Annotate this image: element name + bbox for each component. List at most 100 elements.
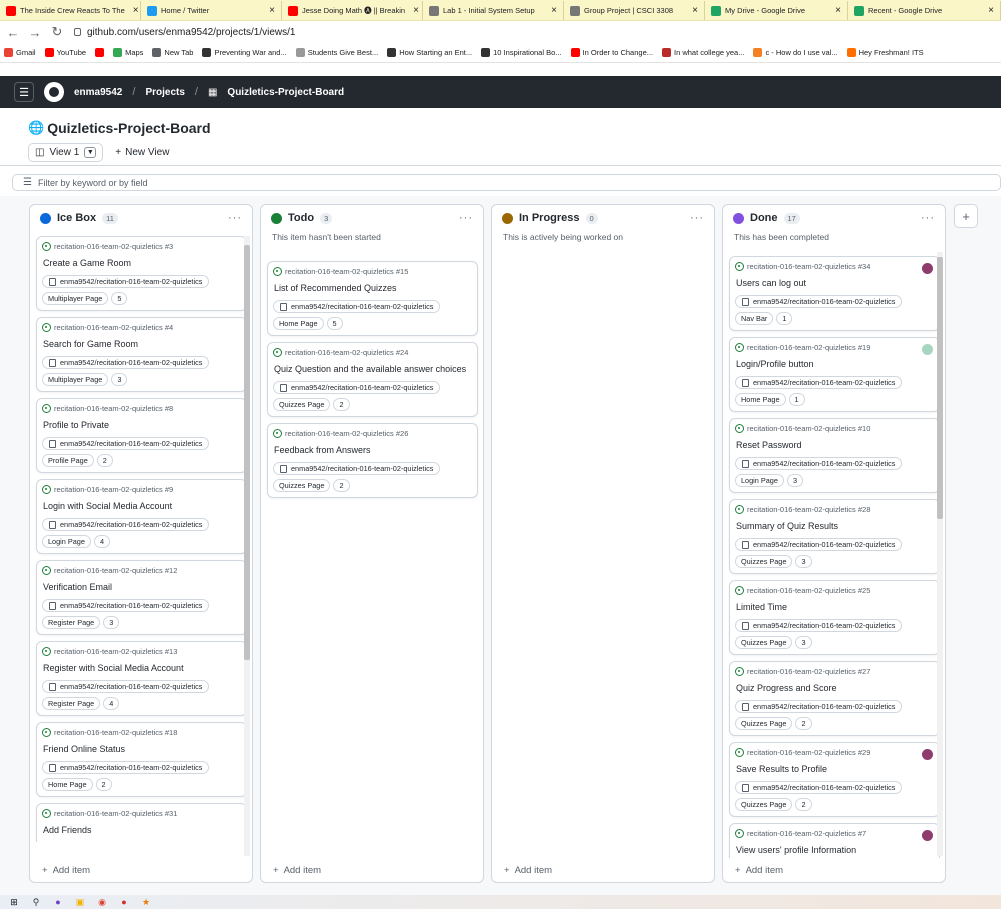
bookmark-item[interactable]: Maps bbox=[113, 48, 143, 57]
issue-title[interactable]: Search for Game Room bbox=[43, 339, 138, 349]
scrollbar-thumb[interactable] bbox=[244, 245, 250, 660]
issue-title[interactable]: Feedback from Answers bbox=[274, 445, 371, 455]
issue-card[interactable]: recitation-016-team-02-quizletics #13 Reg… bbox=[36, 641, 247, 716]
scrollbar-thumb[interactable] bbox=[937, 257, 943, 519]
bookmark-item[interactable]: In Order to Change... bbox=[570, 48, 653, 57]
bookmark-item[interactable]: In what college yea... bbox=[662, 48, 744, 57]
browser-tab[interactable]: Lab 1 - Initial System Setup × bbox=[423, 1, 564, 20]
github-logo-icon[interactable] bbox=[44, 82, 64, 102]
issue-card[interactable]: recitation-016-team-02-quizletics #3 Crea… bbox=[36, 236, 247, 311]
issue-card[interactable]: recitation-016-team-02-quizletics #7 View… bbox=[729, 823, 940, 858]
add-item-button[interactable]: + Add item bbox=[273, 865, 321, 876]
breadcrumb-user[interactable]: enma9542 bbox=[74, 87, 122, 98]
close-icon[interactable]: × bbox=[547, 5, 557, 16]
menu-icon[interactable]: ☰ bbox=[14, 82, 34, 102]
issue-title[interactable]: Quiz Question and the available answer c… bbox=[274, 364, 466, 374]
issue-card[interactable]: recitation-016-team-02-quizletics #9 Logi… bbox=[36, 479, 247, 554]
issue-title[interactable]: Login/Profile button bbox=[736, 359, 814, 369]
browser-tab[interactable]: Jesse Doing Math 🅐 || Breakin × bbox=[282, 1, 423, 20]
add-item-button[interactable]: + Add item bbox=[735, 865, 783, 876]
browser-tab[interactable]: Group Project | CSCI 3308 × bbox=[564, 1, 705, 20]
close-icon[interactable]: × bbox=[984, 5, 994, 16]
issue-title[interactable]: Summary of Quiz Results bbox=[736, 521, 838, 531]
bookmark-item[interactable]: New Tab bbox=[152, 48, 193, 57]
bookmark-item[interactable]: Hey Freshman! ITS bbox=[846, 48, 924, 57]
issue-card[interactable]: recitation-016-team-02-quizletics #27 Qui… bbox=[729, 661, 940, 736]
issue-card[interactable]: recitation-016-team-02-quizletics #25 Lim… bbox=[729, 580, 940, 655]
issue-title[interactable]: Reset Password bbox=[736, 440, 802, 450]
issue-title[interactable]: Users can log out bbox=[736, 278, 806, 288]
bookmark-item[interactable]: YouTube bbox=[44, 48, 86, 57]
issue-card[interactable]: recitation-016-team-02-quizletics #12 Ver… bbox=[36, 560, 247, 635]
bookmark-item[interactable] bbox=[95, 48, 105, 57]
filter-input[interactable]: ☰ Filter by keyword or by field bbox=[12, 174, 1001, 191]
issue-title[interactable]: Friend Online Status bbox=[43, 744, 125, 754]
reload-icon[interactable]: ↻ bbox=[50, 24, 64, 40]
issue-card[interactable]: recitation-016-team-02-quizletics #29 Sav… bbox=[729, 742, 940, 817]
browser-tab[interactable]: My Drive - Google Drive × bbox=[705, 1, 848, 20]
bookmark-label: Students Give Best... bbox=[307, 48, 379, 57]
issue-title[interactable]: Add Friends bbox=[43, 825, 92, 835]
issue-title[interactable]: Quiz Progress and Score bbox=[736, 683, 837, 693]
browser-tab[interactable]: The Inside Crew Reacts To The × bbox=[0, 1, 141, 20]
add-column-button[interactable]: + bbox=[954, 204, 978, 228]
issue-title[interactable]: Limited Time bbox=[736, 602, 787, 612]
more-options-icon[interactable]: ··· bbox=[690, 212, 704, 224]
more-options-icon[interactable]: ··· bbox=[228, 212, 242, 224]
issue-title[interactable]: Login with Social Media Account bbox=[43, 501, 172, 511]
issue-title[interactable]: Create a Game Room bbox=[43, 258, 131, 268]
windows-start-icon[interactable]: ⊞ bbox=[8, 896, 20, 908]
bookmark-item[interactable]: How Starting an Ent... bbox=[387, 48, 472, 57]
issue-reference: recitation-016-team-02-quizletics #13 bbox=[42, 647, 177, 656]
issue-title[interactable]: Profile to Private bbox=[43, 420, 109, 430]
forward-icon[interactable]: → bbox=[28, 25, 42, 40]
close-icon[interactable]: × bbox=[129, 5, 139, 16]
bookmark-item[interactable]: 10 Inspirational Bo... bbox=[481, 48, 562, 57]
close-icon[interactable]: × bbox=[688, 5, 698, 16]
issue-card[interactable]: recitation-016-team-02-quizletics #4 Sear… bbox=[36, 317, 247, 392]
issue-title[interactable]: Verification Email bbox=[43, 582, 112, 592]
issue-title[interactable]: List of Recommended Quizzes bbox=[274, 283, 397, 293]
issue-reference: recitation-016-team-02-quizletics #31 bbox=[42, 809, 177, 818]
breadcrumb-projects[interactable]: Projects bbox=[145, 87, 184, 98]
label-row: Quizzes Page 3 bbox=[735, 555, 812, 568]
issue-card[interactable]: recitation-016-team-02-quizletics #24 Qui… bbox=[267, 342, 478, 417]
add-item-button[interactable]: + Add item bbox=[42, 865, 90, 876]
more-options-icon[interactable]: ··· bbox=[921, 212, 935, 224]
issue-card[interactable]: recitation-016-team-02-quizletics #28 Sum… bbox=[729, 499, 940, 574]
issue-card[interactable]: recitation-016-team-02-quizletics #26 Fee… bbox=[267, 423, 478, 498]
bookmark-item[interactable]: Students Give Best... bbox=[295, 48, 379, 57]
bookmark-item[interactable]: c - How do I use val... bbox=[753, 48, 838, 57]
issue-card[interactable]: recitation-016-team-02-quizletics #31 Add… bbox=[36, 803, 247, 842]
browser-tab[interactable]: Recent - Google Drive × bbox=[848, 1, 1001, 20]
github-desktop-icon[interactable]: ● bbox=[52, 896, 64, 908]
issue-card[interactable]: recitation-016-team-02-quizletics #15 Lis… bbox=[267, 261, 478, 336]
issue-card[interactable]: recitation-016-team-02-quizletics #10 Res… bbox=[729, 418, 940, 493]
chevron-down-icon[interactable]: ▼ bbox=[84, 147, 97, 158]
close-icon[interactable]: × bbox=[831, 5, 841, 16]
file-explorer-icon[interactable]: ▣ bbox=[74, 896, 86, 908]
recorder-icon[interactable]: ● bbox=[118, 896, 130, 908]
tab-view-1[interactable]: ◫ View 1 ▼ bbox=[28, 143, 104, 162]
blender-icon[interactable]: ★ bbox=[140, 896, 152, 908]
breadcrumb-project[interactable]: Quizletics-Project-Board bbox=[227, 87, 344, 98]
bookmark-item[interactable]: Gmail bbox=[4, 48, 36, 57]
bookmark-item[interactable]: Preventing War and... bbox=[202, 48, 287, 57]
issue-card[interactable]: recitation-016-team-02-quizletics #18 Fri… bbox=[36, 722, 247, 797]
search-icon[interactable]: ⚲ bbox=[30, 896, 42, 908]
url-field[interactable]: github.com/users/enma9542/projects/1/vie… bbox=[74, 27, 295, 38]
add-item-button[interactable]: + Add item bbox=[504, 865, 552, 876]
close-icon[interactable]: × bbox=[265, 5, 275, 16]
issue-title[interactable]: Save Results to Profile bbox=[736, 764, 827, 774]
chrome-icon[interactable]: ◉ bbox=[96, 896, 108, 908]
close-icon[interactable]: × bbox=[409, 5, 419, 16]
back-icon[interactable]: ← bbox=[6, 25, 20, 40]
browser-tab[interactable]: Home / Twitter × bbox=[141, 1, 282, 20]
new-view-button[interactable]: + New View bbox=[115, 147, 169, 158]
issue-card[interactable]: recitation-016-team-02-quizletics #19 Log… bbox=[729, 337, 940, 412]
issue-card[interactable]: recitation-016-team-02-quizletics #8 Prof… bbox=[36, 398, 247, 473]
more-options-icon[interactable]: ··· bbox=[459, 212, 473, 224]
issue-card[interactable]: recitation-016-team-02-quizletics #34 Use… bbox=[729, 256, 940, 331]
issue-title[interactable]: Register with Social Media Account bbox=[43, 663, 184, 673]
issue-title[interactable]: View users' profile Information bbox=[736, 845, 856, 855]
